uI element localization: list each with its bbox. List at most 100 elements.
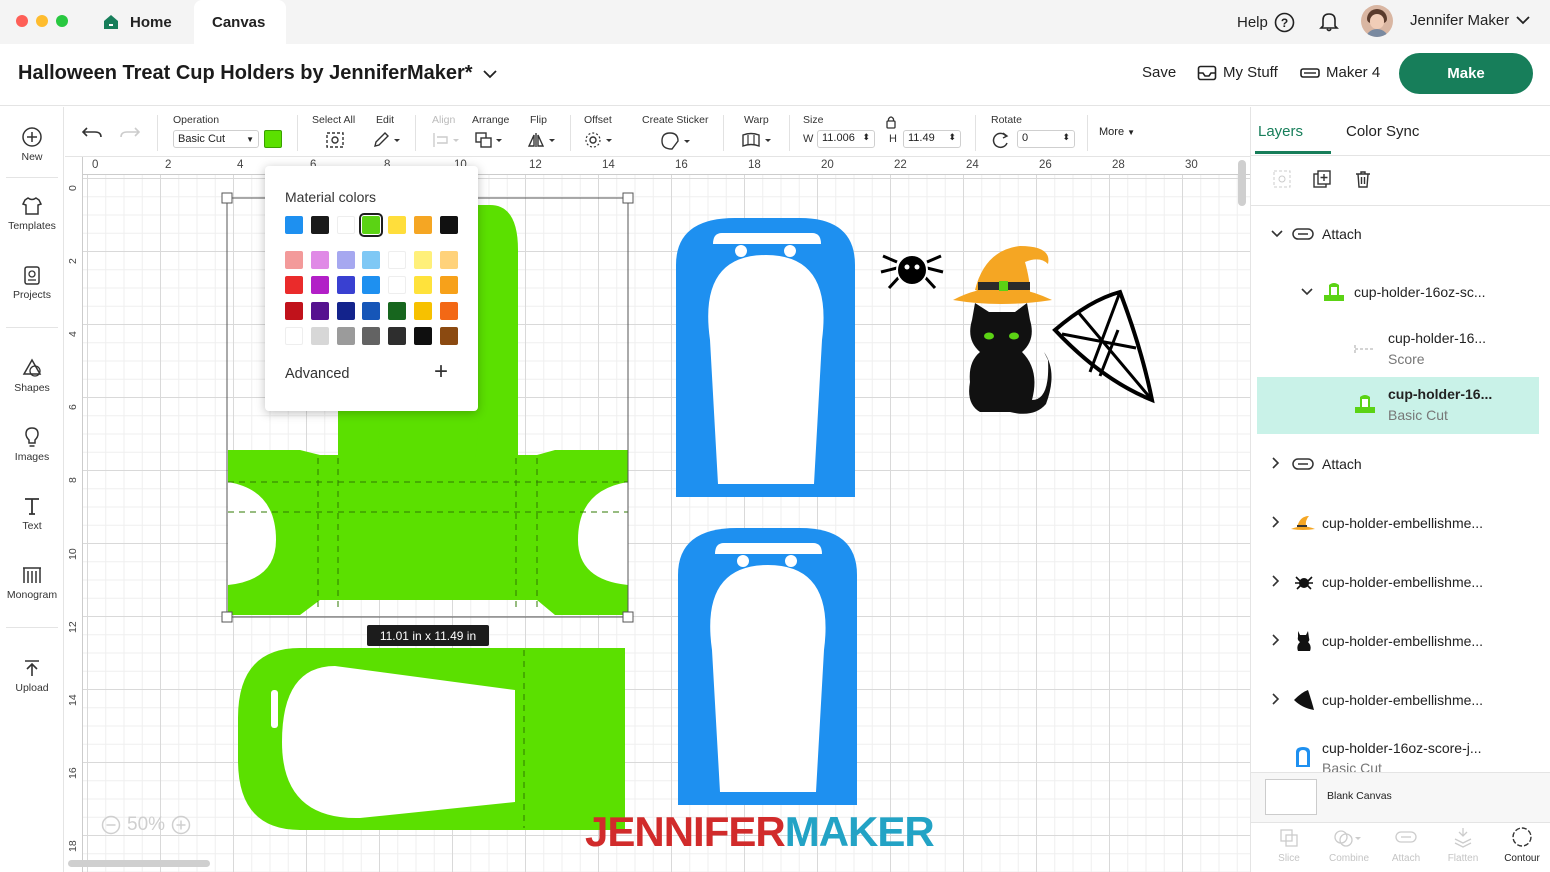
sidebar-item-text[interactable]: Text <box>0 495 64 532</box>
color-swatch[interactable] <box>414 326 432 345</box>
color-swatch[interactable] <box>439 326 458 345</box>
color-swatch[interactable] <box>310 276 329 295</box>
layer-row-embellishment-web[interactable]: cup-holder-embellishme... <box>1257 683 1539 723</box>
color-swatch[interactable] <box>362 326 381 345</box>
operation-color-swatch[interactable] <box>264 130 282 148</box>
zoom-window-button[interactable] <box>56 15 68 27</box>
flatten-icon[interactable] <box>1452 826 1474 848</box>
color-swatch[interactable] <box>310 301 329 320</box>
minimize-window-button[interactable] <box>36 15 48 27</box>
user-name[interactable]: Jennifer Maker <box>1410 12 1509 29</box>
chevron-right-icon[interactable] <box>1271 693 1281 705</box>
layer-row-score[interactable]: cup-holder-16... Score <box>1257 327 1539 375</box>
operation-select[interactable]: Basic Cut ▼ <box>173 130 259 148</box>
arrange-icon[interactable] <box>474 131 504 149</box>
layer-row-embellishment-cat[interactable]: cup-holder-embellishme... <box>1257 624 1539 664</box>
color-swatch[interactable] <box>388 276 407 295</box>
design-canvas[interactable] <box>65 157 1250 872</box>
tab-home[interactable]: Home <box>96 0 192 44</box>
chevron-right-icon[interactable] <box>1271 457 1281 469</box>
undo-icon[interactable] <box>81 124 103 142</box>
height-input[interactable]: 11.49 ⬍ <box>903 130 961 148</box>
color-swatch[interactable] <box>439 276 458 295</box>
sidebar-item-projects[interactable]: Projects <box>0 264 64 301</box>
chevron-right-icon[interactable] <box>1271 575 1281 587</box>
color-swatch[interactable] <box>362 276 381 295</box>
layer-row-embellishment-hat[interactable]: cup-holder-embellishme... <box>1257 506 1539 546</box>
chevron-down-icon[interactable] <box>1515 14 1531 26</box>
select-all-icon[interactable] <box>325 131 345 149</box>
tab-color-sync[interactable]: Color Sync <box>1346 123 1419 140</box>
layer-row-basic-cut-selected[interactable]: cup-holder-16... Basic Cut <box>1257 377 1539 434</box>
stepper-icon[interactable]: ⬍ <box>1062 132 1070 146</box>
trash-icon[interactable] <box>1353 169 1373 189</box>
sidebar-item-templates[interactable]: Templates <box>0 195 64 232</box>
attach-tool-icon[interactable] <box>1395 830 1417 844</box>
duplicate-icon[interactable] <box>1312 169 1332 189</box>
title-chevron-down-icon[interactable] <box>482 68 498 80</box>
color-swatch[interactable] <box>439 251 458 269</box>
color-swatch[interactable] <box>336 216 355 234</box>
sticker-icon[interactable] <box>660 131 694 151</box>
sidebar-item-monogram[interactable]: Monogram <box>0 564 64 601</box>
sidebar-item-upload[interactable]: Upload <box>0 657 64 694</box>
edit-pencil-icon[interactable] <box>372 131 402 149</box>
color-swatch[interactable] <box>414 276 432 295</box>
sidebar-item-images[interactable]: Images <box>0 426 64 463</box>
more-button[interactable]: More ▼ <box>1099 126 1135 138</box>
color-swatch[interactable] <box>285 301 303 320</box>
zoom-out-icon[interactable] <box>101 815 121 835</box>
layer-row-attach-group[interactable]: Attach <box>1257 217 1539 257</box>
sidebar-item-shapes[interactable]: Shapes <box>0 357 64 394</box>
add-color-button[interactable]: + <box>434 360 448 384</box>
machine-selector[interactable]: Maker 4 <box>1300 64 1380 81</box>
color-swatch[interactable] <box>388 301 407 320</box>
my-stuff-button[interactable]: My Stuff <box>1197 64 1278 81</box>
color-swatch[interactable] <box>336 326 355 345</box>
make-button[interactable]: Make <box>1399 53 1533 94</box>
lock-icon[interactable] <box>885 115 897 129</box>
tab-canvas[interactable]: Canvas <box>194 0 286 44</box>
warp-icon[interactable] <box>741 131 775 149</box>
chevron-right-icon[interactable] <box>1271 516 1281 528</box>
notifications-bell-icon[interactable] <box>1318 10 1340 32</box>
color-swatch[interactable] <box>285 251 303 269</box>
layer-row-score-basic-cut[interactable]: cup-holder-16oz-score-j... Basic Cut <box>1257 735 1539 775</box>
color-swatch[interactable] <box>414 216 432 234</box>
slice-icon[interactable] <box>1279 828 1299 848</box>
width-input[interactable]: 11.006 ⬍ <box>817 130 875 148</box>
rotate-input[interactable]: 0 ⬍ <box>1017 130 1075 148</box>
color-swatch[interactable] <box>285 326 303 345</box>
flip-icon[interactable] <box>527 131 557 149</box>
help-button[interactable]: Help ? <box>1237 12 1295 33</box>
color-swatch[interactable] <box>336 276 355 295</box>
redo-icon[interactable] <box>119 124 141 142</box>
color-swatch[interactable] <box>310 216 329 234</box>
color-swatch[interactable] <box>310 251 329 269</box>
tab-layers[interactable]: Layers <box>1258 123 1303 140</box>
group-icon[interactable] <box>1272 169 1292 189</box>
color-swatch[interactable] <box>362 251 381 269</box>
sidebar-item-new[interactable]: New <box>0 126 64 163</box>
color-swatch[interactable] <box>439 216 458 234</box>
color-swatch[interactable] <box>285 216 303 234</box>
advanced-colors-link[interactable]: Advanced <box>285 366 350 382</box>
layer-row-embellishment-spider[interactable]: cup-holder-embellishme... <box>1257 565 1539 605</box>
align-icon[interactable] <box>431 131 461 149</box>
chevron-right-icon[interactable] <box>1271 634 1281 646</box>
color-swatch[interactable] <box>359 213 384 237</box>
stepper-icon[interactable]: ⬍ <box>948 132 956 146</box>
color-swatch[interactable] <box>388 251 407 269</box>
color-swatch[interactable] <box>388 216 407 234</box>
color-swatch[interactable] <box>285 276 303 295</box>
chevron-down-icon[interactable] <box>1271 229 1283 239</box>
close-window-button[interactable] <box>16 15 28 27</box>
color-swatch[interactable] <box>414 251 432 269</box>
stepper-icon[interactable]: ⬍ <box>862 132 870 146</box>
color-swatch[interactable] <box>414 301 432 320</box>
layer-row-attach-collapsed[interactable]: Attach <box>1257 447 1539 487</box>
color-swatch[interactable] <box>362 301 381 320</box>
offset-icon[interactable] <box>584 131 614 149</box>
save-button[interactable]: Save <box>1142 64 1176 81</box>
zoom-in-icon[interactable] <box>171 815 191 835</box>
